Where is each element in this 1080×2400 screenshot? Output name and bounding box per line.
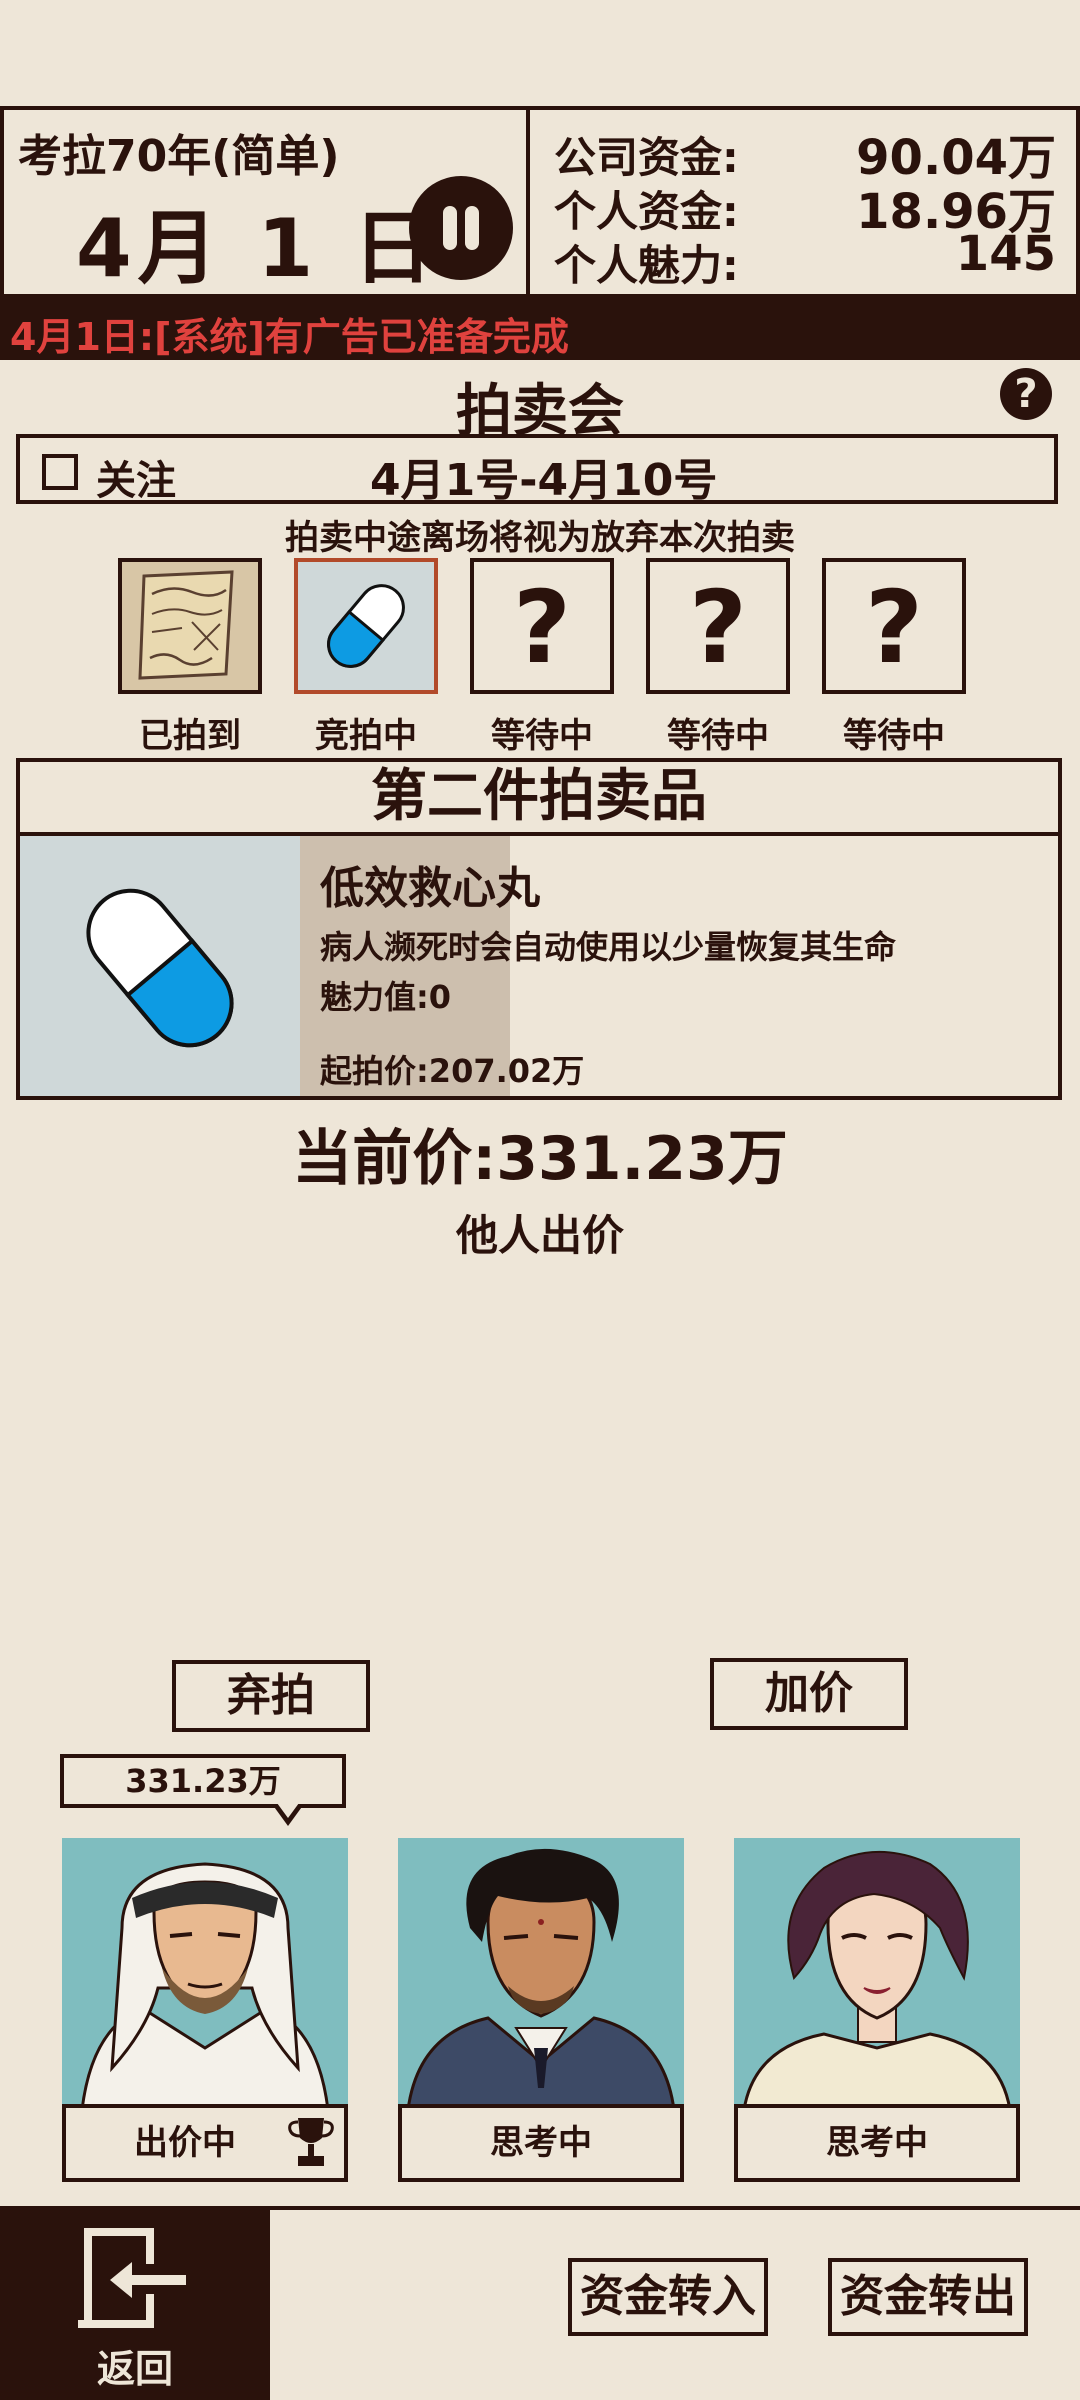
lot-status-2: 竞拍中 <box>315 716 417 756</box>
item-name: 低效救心丸 <box>320 863 540 914</box>
lot-status-5: 等待中 <box>843 716 945 756</box>
status-header: 考拉70年(简单) 4月 1 日 公司资金: 90.04万 个人资金: 18.9… <box>0 106 1080 298</box>
follow-checkbox[interactable] <box>42 454 78 490</box>
avatar <box>80 1862 330 2110</box>
bid-status: 他人出价 <box>455 1211 624 1260</box>
item-description: 病人濒死时会自动使用以少量恢复其生命 <box>320 928 897 966</box>
exit-icon <box>78 2228 186 2328</box>
give-up-button[interactable]: 弃拍 <box>172 1660 370 1732</box>
follow-bar: 关注 4月1号-4月10号 <box>16 434 1058 506</box>
personal-funds-label: 个人资金: <box>554 187 739 236</box>
capsule-icon <box>327 584 405 668</box>
back-button[interactable]: 返回 <box>0 2210 270 2400</box>
bidder-portrait-3[interactable] <box>734 1838 1020 2110</box>
lot-slot-2[interactable] <box>294 558 438 694</box>
pause-icon <box>443 206 457 250</box>
unknown-lot-icon: ? <box>688 569 747 686</box>
year-label: 考拉70年(简单) <box>18 131 340 182</box>
lot-slot-1[interactable] <box>118 558 262 694</box>
lot-slot-4[interactable]: ? <box>646 558 790 694</box>
back-label: 返回 <box>96 2347 173 2391</box>
lot-status-3: 等待中 <box>491 716 593 756</box>
bidder-portrait-1[interactable] <box>62 1838 348 2110</box>
lot-status-1: 已拍到 <box>139 716 241 756</box>
bidder-portrait-2[interactable] <box>398 1838 684 2110</box>
bidder-status-1: 出价中 <box>62 2104 348 2182</box>
avatar <box>742 1850 1012 2110</box>
bidder-status-2: 思考中 <box>398 2104 684 2182</box>
lot-slot-3[interactable]: ? <box>470 558 614 694</box>
date-label: 4月 1 日 <box>76 202 440 295</box>
bubble-tail-inner <box>277 1803 299 1818</box>
follow-label: 关注 <box>96 458 176 504</box>
news-text: 4月1日:[系统]有广告已准备完成 <box>10 315 569 359</box>
charm-label: 个人魅力: <box>554 241 739 290</box>
unknown-lot-icon: ? <box>512 569 571 686</box>
scroll-icon <box>138 570 234 680</box>
withdraw-button[interactable]: 资金转出 <box>828 2258 1028 2336</box>
unknown-lot-icon: ? <box>864 569 923 686</box>
bidder-status-3: 思考中 <box>734 2104 1020 2182</box>
current-price: 当前价:331.23万 <box>292 1124 788 1194</box>
pause-icon-bar <box>465 206 479 250</box>
auction-period: 4月1号-4月10号 <box>370 455 718 506</box>
news-ticker[interactable]: 4月1日:[系统]有广告已准备完成 <box>0 298 1080 360</box>
item-charm: 魅力值:0 <box>320 978 452 1016</box>
funds-panel: 公司资金: 90.04万 个人资金: 18.96万 个人魅力: 145 <box>530 110 1080 294</box>
raise-bid-button[interactable]: 加价 <box>710 1658 908 1730</box>
deposit-button[interactable]: 资金转入 <box>568 2258 768 2336</box>
lot-status-4: 等待中 <box>667 716 769 756</box>
item-start-price: 起拍价:207.02万 <box>320 1052 585 1090</box>
date-panel: 考拉70年(简单) 4月 1 日 <box>0 110 530 295</box>
item-panel: 第二件拍卖品 低效救心丸 病人濒死时会自动使用以少量恢复其生命 魅力值:0 起拍… <box>16 758 1062 1100</box>
bottom-bar: 返回 资金转入 资金转出 <box>0 2206 1080 2400</box>
capsule-icon <box>86 888 234 1048</box>
item-heading: 第二件拍卖品 <box>20 762 1058 836</box>
charm-value: 145 <box>955 226 1056 282</box>
pause-button[interactable] <box>409 176 513 280</box>
trophy-icon <box>288 2118 334 2166</box>
item-image <box>20 836 300 1096</box>
leave-notice: 拍卖中途离场将视为放弃本次拍卖 <box>285 518 795 558</box>
lot-slot-5[interactable]: ? <box>822 558 966 694</box>
bidder-status-text: 出价中 <box>134 2123 236 2163</box>
company-funds-label: 公司资金: <box>554 133 739 182</box>
avatar <box>406 1848 676 2110</box>
bid-bubble: 331.23万 <box>60 1754 346 1808</box>
help-icon[interactable]: ? <box>1000 368 1052 420</box>
